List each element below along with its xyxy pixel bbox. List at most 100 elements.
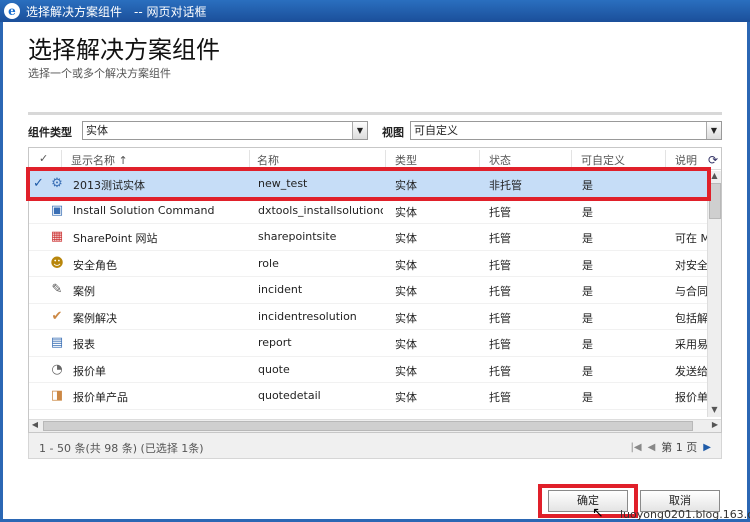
cell-customizable: 是 xyxy=(582,232,593,245)
install-command-icon: ▣ xyxy=(50,202,64,218)
cell-display-name: 报价单产品 xyxy=(73,391,128,404)
scroll-left-icon[interactable]: ◀ xyxy=(29,420,41,432)
cell-type: 实体 xyxy=(395,258,417,272)
window-titlebar: e 选择解决方案组件 -- 网页对话框 xyxy=(0,0,750,22)
cell-type: 实体 xyxy=(395,232,417,245)
column-separator xyxy=(385,150,386,168)
view-label: 视图 xyxy=(382,126,404,139)
component-type-select[interactable]: 实体 ▼ xyxy=(82,121,368,140)
cell-description: 与合同 xyxy=(675,285,707,298)
watermark: luoyong0201.blog.163.com xyxy=(620,508,750,521)
table-row[interactable]: ▣ Install Solution Command dxtools_insta… xyxy=(29,198,707,224)
cell-name: report xyxy=(258,336,292,349)
quote-icon: ◔ xyxy=(51,361,63,377)
cell-state: 托管 xyxy=(489,205,511,219)
horizontal-scrollbar[interactable]: ◀ ▶ xyxy=(29,419,721,432)
window-title: 选择解决方案组件 xyxy=(26,4,123,19)
security-role-icon: ☻ xyxy=(50,255,64,271)
table-row[interactable]: ◔ 报价单 quote 实体 托管 是 发送给 xyxy=(29,357,707,383)
cell-display-name: SharePoint 网站 xyxy=(73,232,158,245)
scroll-down-icon[interactable]: ▼ xyxy=(708,405,721,417)
column-separator xyxy=(479,150,480,168)
cell-description: 采用易 xyxy=(675,338,707,351)
cell-state: 托管 xyxy=(489,364,511,378)
cell-name: quotedetail xyxy=(258,389,321,402)
page-description: 选择一个或多个解决方案组件 xyxy=(28,67,171,80)
cell-type: 实体 xyxy=(395,311,417,325)
quote-product-icon: ◨ xyxy=(50,388,64,403)
cell-display-name: 案例解决 xyxy=(73,311,117,325)
cell-customizable: 是 xyxy=(582,391,593,404)
filter-row: 组件类型 实体 ▼ 视图 可自定义 ▼ xyxy=(28,121,722,141)
cell-name: sharepointsite xyxy=(258,230,337,243)
grid-footer: 1 - 50 条(共 98 条) (已选择 1条) |◀ ◀ 第 1 页 ▶ xyxy=(28,433,722,459)
cell-type: 实体 xyxy=(395,391,417,404)
cell-type: 实体 xyxy=(395,364,417,378)
first-page-icon[interactable]: |◀ xyxy=(631,442,642,453)
next-page-icon[interactable]: ▶ xyxy=(703,442,711,453)
component-type-value: 实体 xyxy=(86,124,108,137)
mouse-cursor-icon: ↖ xyxy=(592,505,604,521)
cell-state: 托管 xyxy=(489,391,511,404)
cell-description: 报价单 xyxy=(675,391,707,404)
cell-display-name: 案例 xyxy=(73,285,95,298)
cell-customizable: 是 xyxy=(582,311,593,325)
vertical-scrollbar[interactable]: ▲ ▼ xyxy=(707,171,721,417)
cell-display-name: 安全角色 xyxy=(73,258,117,272)
view-select[interactable]: 可自定义 ▼ xyxy=(410,121,722,140)
cell-customizable: 是 xyxy=(582,285,593,298)
prev-page-icon[interactable]: ◀ xyxy=(648,442,656,453)
report-icon: ▤ xyxy=(50,335,64,350)
cell-state: 托管 xyxy=(489,338,511,351)
scroll-right-icon[interactable]: ▶ xyxy=(709,420,721,432)
component-type-label: 组件类型 xyxy=(28,126,72,139)
page-number: 第 1 页 xyxy=(661,441,698,454)
table-row[interactable]: ✎ 案例 incident 实体 托管 是 与合同 xyxy=(29,277,707,304)
cell-name: quote xyxy=(258,362,290,376)
scroll-thumb[interactable] xyxy=(43,421,693,431)
column-separator xyxy=(61,150,62,168)
column-customizable[interactable]: 可自定义 xyxy=(581,152,625,168)
cell-name: incident xyxy=(258,283,303,296)
cell-type: 实体 xyxy=(395,205,417,219)
highlight-selected-row xyxy=(26,167,711,201)
cell-description: 包括解 xyxy=(675,311,707,325)
column-description[interactable]: 说明 xyxy=(675,152,697,168)
ie-icon: e xyxy=(4,3,20,19)
refresh-icon[interactable]: ⟳ xyxy=(708,153,718,167)
cell-description: 可在 M xyxy=(675,232,707,245)
cell-state: 托管 xyxy=(489,232,511,245)
column-separator xyxy=(249,150,250,168)
column-state[interactable]: 状态 xyxy=(489,152,511,168)
cell-name: incidentresolution xyxy=(258,309,357,323)
column-type[interactable]: 类型 xyxy=(395,152,417,168)
table-row[interactable]: ▤ 报表 report 实体 托管 是 采用易 xyxy=(29,330,707,357)
chevron-down-icon[interactable]: ▼ xyxy=(706,122,721,139)
cell-state: 托管 xyxy=(489,285,511,298)
window-subtitle: -- 网页对话框 xyxy=(134,4,207,19)
sharepoint-icon: ▦ xyxy=(50,229,64,244)
table-row[interactable]: ☻ 安全角色 role 实体 托管 是 对安全 xyxy=(29,251,707,277)
view-value: 可自定义 xyxy=(414,124,458,137)
select-all-checkbox[interactable]: ✓ xyxy=(39,152,48,165)
cell-name: role xyxy=(258,256,279,270)
cell-description: 发送给 xyxy=(675,364,707,378)
record-count: 1 - 50 条(共 98 条) (已选择 1条) xyxy=(39,442,204,455)
column-name[interactable]: 名称 xyxy=(257,152,279,168)
cell-type: 实体 xyxy=(395,338,417,351)
column-display-name[interactable]: 显示名称 ↑ xyxy=(71,152,128,168)
cell-customizable: 是 xyxy=(582,205,593,219)
table-row[interactable]: ▦ SharePoint 网站 sharepointsite 实体 托管 是 可… xyxy=(29,224,707,251)
table-row[interactable]: ◨ 报价单产品 quotedetail 实体 托管 是 报价单 xyxy=(29,383,707,410)
cell-type: 实体 xyxy=(395,285,417,298)
column-separator xyxy=(665,150,666,168)
cell-description: 对安全 xyxy=(675,258,707,272)
page-title: 选择解决方案组件 xyxy=(28,36,220,64)
cell-name: dxtools_installsolutionco... xyxy=(258,203,383,217)
cell-state: 托管 xyxy=(489,258,511,272)
chevron-down-icon[interactable]: ▼ xyxy=(352,122,367,139)
cell-display-name: Install Solution Command xyxy=(73,203,215,217)
cell-display-name: 报表 xyxy=(73,338,95,351)
grid-rows: ✓ ⚙ 2013测试实体 new_test 实体 非托管 是 ▣ Install… xyxy=(29,171,707,410)
table-row[interactable]: ✔ 案例解决 incidentresolution 实体 托管 是 包括解 xyxy=(29,304,707,330)
